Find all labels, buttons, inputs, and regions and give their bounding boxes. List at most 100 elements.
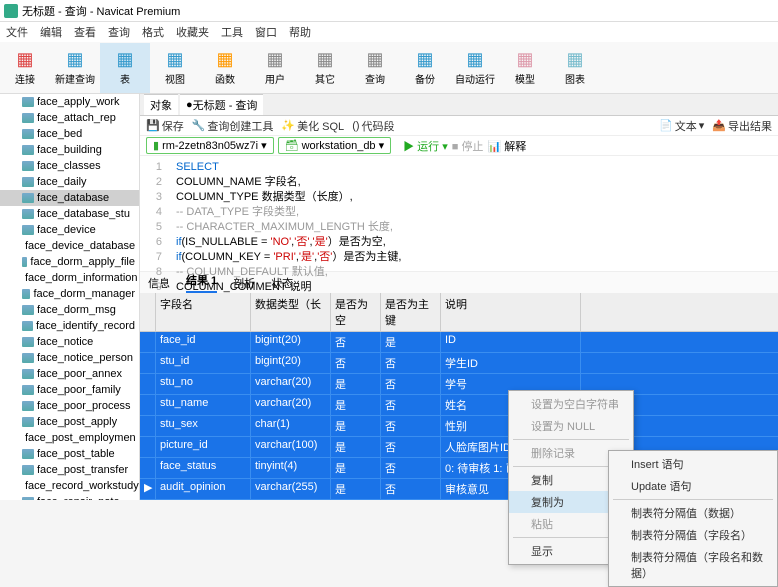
table-item[interactable]: face_dorm_apply_file xyxy=(0,254,139,270)
editor-tabs: 对象 ● 无标题 - 查询 xyxy=(140,94,778,116)
menu-item[interactable]: 帮助 xyxy=(289,24,311,40)
sql-editor[interactable]: 123456789 SELECT COLUMN_NAME 字段名, COLUMN… xyxy=(140,156,778,271)
table-icon xyxy=(22,305,34,315)
table-item[interactable]: face_database xyxy=(0,190,139,206)
table-icon xyxy=(22,321,33,331)
table-item[interactable]: face_dorm_manager xyxy=(0,286,139,302)
menu-item[interactable]: 工具 xyxy=(221,24,243,40)
table-icon xyxy=(22,129,34,139)
query-builder-button[interactable]: 🔧 查询创建工具 xyxy=(192,118,274,134)
table-item[interactable]: face_post_employmen xyxy=(0,430,139,446)
table-item[interactable]: face_post_transfer xyxy=(0,462,139,478)
table-icon xyxy=(22,369,34,379)
snippet-button[interactable]: () 代码段 xyxy=(352,118,394,134)
table-item[interactable]: face_daily xyxy=(0,174,139,190)
table-icon xyxy=(22,209,34,219)
toolbar-用户[interactable]: ▦用户 xyxy=(250,43,300,93)
table-icon xyxy=(22,193,34,203)
menu-item[interactable]: 文件 xyxy=(6,24,28,40)
ctx-tsv-all[interactable]: 制表符分隔值（字段名和数据） xyxy=(609,546,777,584)
grid-row[interactable]: stu_idbigint(20)否否学生ID xyxy=(140,353,778,374)
table-icon xyxy=(22,161,34,171)
toolbar-图表[interactable]: ▦图表 xyxy=(550,43,600,93)
grid-header: 字段名数据类型（长是否为空是否为主键说明 xyxy=(140,293,778,332)
table-icon xyxy=(22,353,34,363)
table-item[interactable]: face_database_stu xyxy=(0,206,139,222)
table-item[interactable]: face_poor_process xyxy=(0,398,139,414)
table-item[interactable]: face_dorm_information xyxy=(0,270,139,286)
table-item[interactable]: face_dorm_msg xyxy=(0,302,139,318)
table-icon xyxy=(22,145,34,155)
table-item[interactable]: face_repair_note xyxy=(0,494,139,500)
table-icon xyxy=(22,97,34,107)
text-button[interactable]: 📄 文本 ▾ xyxy=(659,118,704,134)
table-icon xyxy=(22,465,34,475)
action-bar: 💾 保存 🔧 查询创建工具 ✨ 美化 SQL () 代码段 📄 文本 ▾ 📤 导… xyxy=(140,116,778,136)
table-item[interactable]: face_poor_family xyxy=(0,382,139,398)
table-icon xyxy=(22,177,34,187)
toolbar-新建查询[interactable]: ▦新建查询 xyxy=(50,43,100,93)
table-item[interactable]: face_post_apply xyxy=(0,414,139,430)
toolbar-表[interactable]: ▦表 xyxy=(100,43,150,93)
menu-item[interactable]: 编辑 xyxy=(40,24,62,40)
toolbar-连接[interactable]: ▦连接 xyxy=(0,43,50,93)
table-icon xyxy=(22,289,30,299)
export-button[interactable]: 📤 导出结果 xyxy=(712,118,772,134)
ctx-set-empty: 设置为空白字符串 xyxy=(509,393,633,415)
table-item[interactable]: face_building xyxy=(0,142,139,158)
table-item[interactable]: face_post_table xyxy=(0,446,139,462)
table-item[interactable]: face_device_database xyxy=(0,238,139,254)
toolbar-查询[interactable]: ▦查询 xyxy=(350,43,400,93)
menu-item[interactable]: 格式 xyxy=(142,24,164,40)
table-icon xyxy=(22,225,34,235)
beautify-button[interactable]: ✨ 美化 SQL xyxy=(281,118,344,134)
table-item[interactable]: face_notice_person xyxy=(0,350,139,366)
table-item[interactable]: face_identify_record xyxy=(0,318,139,334)
toolbar-函数[interactable]: ▦函数 xyxy=(200,43,250,93)
table-icon xyxy=(22,113,34,123)
ctx-set-null: 设置为 NULL xyxy=(509,415,633,437)
table-item[interactable]: face_apply_work xyxy=(0,94,139,110)
table-icon xyxy=(22,449,34,459)
run-button[interactable]: ▶ 运行 ▾ xyxy=(403,138,448,154)
sidebar[interactable]: face_apply_workface_attach_repface_bedfa… xyxy=(0,94,140,500)
main-toolbar: ▦连接▦新建查询▦表▦视图▦函数▦用户▦其它▦查询▦备份▦自动运行▦模型▦图表 xyxy=(0,42,778,94)
tab-object[interactable]: 对象 xyxy=(144,94,178,115)
connection-bar: ▮rm-2zetn83n05wz7i ▾ 🗃workstation_db ▾ ▶… xyxy=(140,136,778,156)
table-item[interactable]: face_bed xyxy=(0,126,139,142)
grid-row[interactable]: stu_novarchar(20)是否学号 xyxy=(140,374,778,395)
ctx-update-stmt[interactable]: Update 语句 xyxy=(609,475,777,497)
ctx-tsv-data[interactable]: 制表符分隔值（数据） xyxy=(609,502,777,524)
window-title: 无标题 - 查询 - Navicat Premium xyxy=(22,3,180,19)
ctx-insert-stmt[interactable]: Insert 语句 xyxy=(609,453,777,475)
menu-item[interactable]: 查询 xyxy=(108,24,130,40)
server-select[interactable]: ▮rm-2zetn83n05wz7i ▾ xyxy=(146,137,274,154)
save-button[interactable]: 💾 保存 xyxy=(146,118,184,134)
grid-row[interactable]: stu_sexchar(1)是否性别 xyxy=(140,416,778,437)
menu-item[interactable]: 窗口 xyxy=(255,24,277,40)
title-bar: 无标题 - 查询 - Navicat Premium xyxy=(0,0,778,22)
tab-query[interactable]: ● 无标题 - 查询 xyxy=(180,94,263,115)
main-panel: 对象 ● 无标题 - 查询 💾 保存 🔧 查询创建工具 ✨ 美化 SQL () … xyxy=(140,94,778,500)
table-icon xyxy=(22,417,34,427)
toolbar-其它[interactable]: ▦其它 xyxy=(300,43,350,93)
db-select[interactable]: 🗃workstation_db ▾ xyxy=(278,137,392,154)
menu-item[interactable]: 查看 xyxy=(74,24,96,40)
table-item[interactable]: face_attach_rep xyxy=(0,110,139,126)
table-item[interactable]: face_classes xyxy=(0,158,139,174)
explain-button[interactable]: 📊 解释 xyxy=(487,138,526,154)
context-submenu[interactable]: Insert 语句 Update 语句 制表符分隔值（数据） 制表符分隔值（字段… xyxy=(608,450,778,587)
grid-row[interactable]: face_idbigint(20)否是ID xyxy=(140,332,778,353)
toolbar-备份[interactable]: ▦备份 xyxy=(400,43,450,93)
table-icon xyxy=(22,385,34,395)
table-item[interactable]: face_poor_annex xyxy=(0,366,139,382)
table-item[interactable]: face_record_workstudy xyxy=(0,478,139,494)
menu-item[interactable]: 收藏夹 xyxy=(176,24,209,40)
table-item[interactable]: face_notice xyxy=(0,334,139,350)
grid-row[interactable]: stu_namevarchar(20)是否姓名 xyxy=(140,395,778,416)
toolbar-自动运行[interactable]: ▦自动运行 xyxy=(450,43,500,93)
ctx-tsv-fields[interactable]: 制表符分隔值（字段名） xyxy=(609,524,777,546)
toolbar-视图[interactable]: ▦视图 xyxy=(150,43,200,93)
toolbar-模型[interactable]: ▦模型 xyxy=(500,43,550,93)
table-item[interactable]: face_device xyxy=(0,222,139,238)
